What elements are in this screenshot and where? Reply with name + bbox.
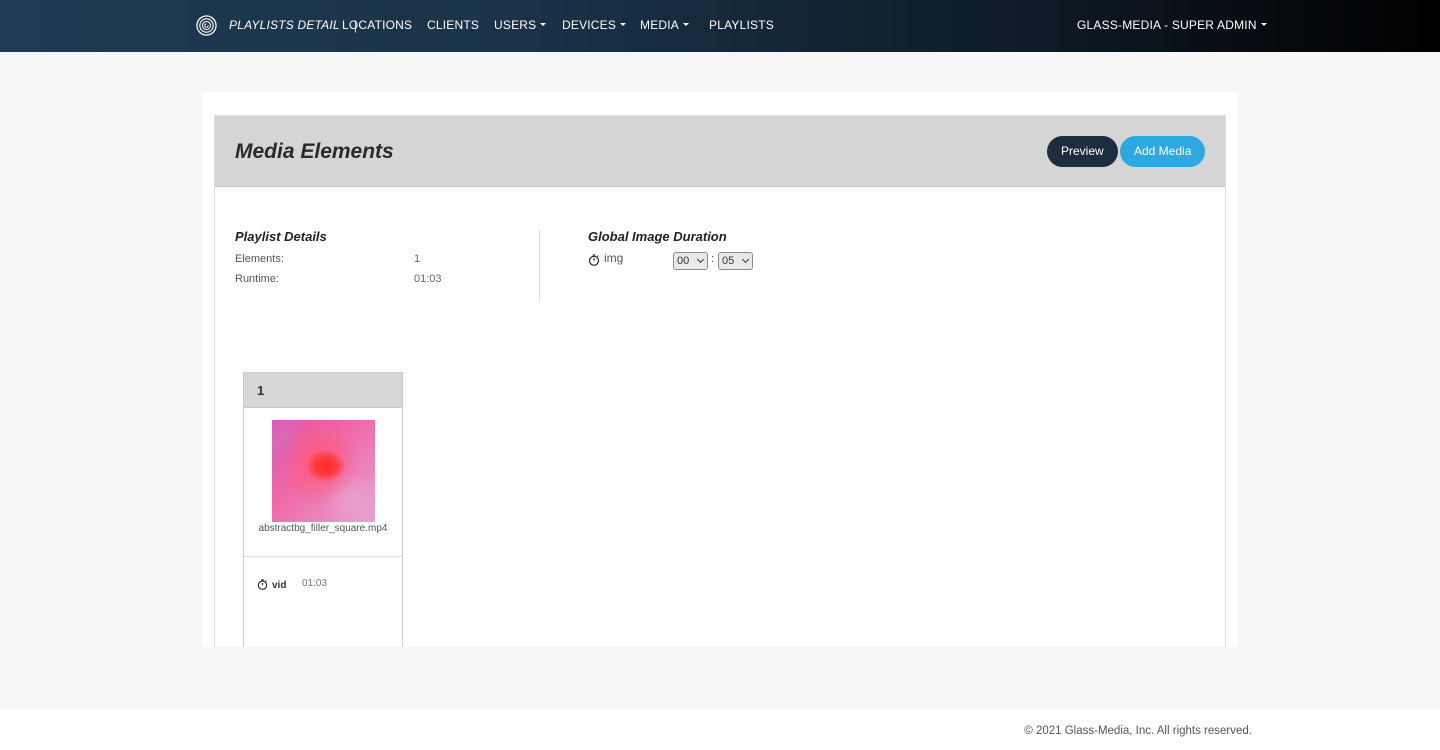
elements-value: 1 [414, 253, 421, 265]
elements-label: Elements: [235, 253, 284, 265]
elements-row: Elements: 1 [235, 253, 420, 265]
media-filename: abstractbg_filler_square.mp4 [258, 523, 388, 534]
footer-copyright: © 2021 Glass-Media, Inc. All rights rese… [1024, 725, 1252, 737]
time-separator: : [711, 253, 715, 265]
media-duration: 01:03 [302, 578, 328, 589]
account-menu-dropdown[interactable]: GLASS-MEDIA - SUPER ADMIN [1077, 0, 1267, 52]
stopwatch-icon [588, 254, 600, 266]
page-title: PLAYLISTS DETAIL [229, 18, 340, 32]
caret-down-icon [540, 23, 547, 27]
media-thumbnail[interactable] [272, 420, 375, 522]
runtime-row: Runtime: 01:03 [235, 273, 442, 285]
nav-clients[interactable]: CLIENTS [427, 0, 479, 52]
caret-down-icon [1260, 23, 1267, 27]
top-navbar: PLAYLISTS DETAIL | LOCATIONS CLIENTS USE… [0, 0, 1440, 52]
stopwatch-icon [257, 579, 268, 590]
media-elements-panel: Media Elements Preview Add Media Playlis… [214, 115, 1226, 647]
caret-down-icon [683, 23, 690, 27]
playlist-details: Playlist Details Elements: 1 Runtime: 01… [235, 229, 540, 301]
chevron-down-icon [696, 255, 705, 264]
panel-header: Media Elements Preview Add Media [215, 116, 1225, 187]
nav-playlists[interactable]: PLAYLISTS [709, 0, 774, 52]
nav-locations[interactable]: LOCATIONS [342, 0, 412, 52]
brand[interactable]: PLAYLISTS DETAIL | [196, 14, 357, 36]
minutes-select[interactable]: 00 [673, 252, 708, 270]
preview-button[interactable]: Preview [1047, 136, 1118, 167]
page-container: Media Elements Preview Add Media Playlis… [202, 92, 1238, 647]
add-media-button[interactable]: Add Media [1120, 136, 1206, 167]
nav-devices-dropdown[interactable]: DEVICES [562, 0, 627, 52]
seconds-select[interactable]: 05 [718, 252, 753, 270]
nav-users-dropdown[interactable]: USERS [494, 0, 547, 52]
media-element-card[interactable]: 1 abstractbg_filler_square.mp4 vid 01:03 [243, 372, 403, 647]
caret-down-icon [620, 23, 627, 27]
playlist-details-title: Playlist Details [235, 229, 327, 244]
media-element-index: 1 [244, 373, 402, 408]
runtime-label: Runtime: [235, 273, 280, 285]
divider [244, 556, 402, 557]
media-type-label: vid [272, 580, 287, 591]
global-duration-title: Global Image Duration [588, 229, 727, 244]
chevron-down-icon [741, 255, 750, 264]
global-image-duration: Global Image Duration img 00 : 05 [588, 229, 888, 289]
runtime-value: 01:03 [414, 273, 442, 285]
nav-media-dropdown[interactable]: MEDIA [640, 0, 690, 52]
glass-media-logo-icon [196, 14, 217, 36]
panel-title: Media Elements [235, 140, 394, 163]
duration-type-label: img [604, 251, 624, 265]
